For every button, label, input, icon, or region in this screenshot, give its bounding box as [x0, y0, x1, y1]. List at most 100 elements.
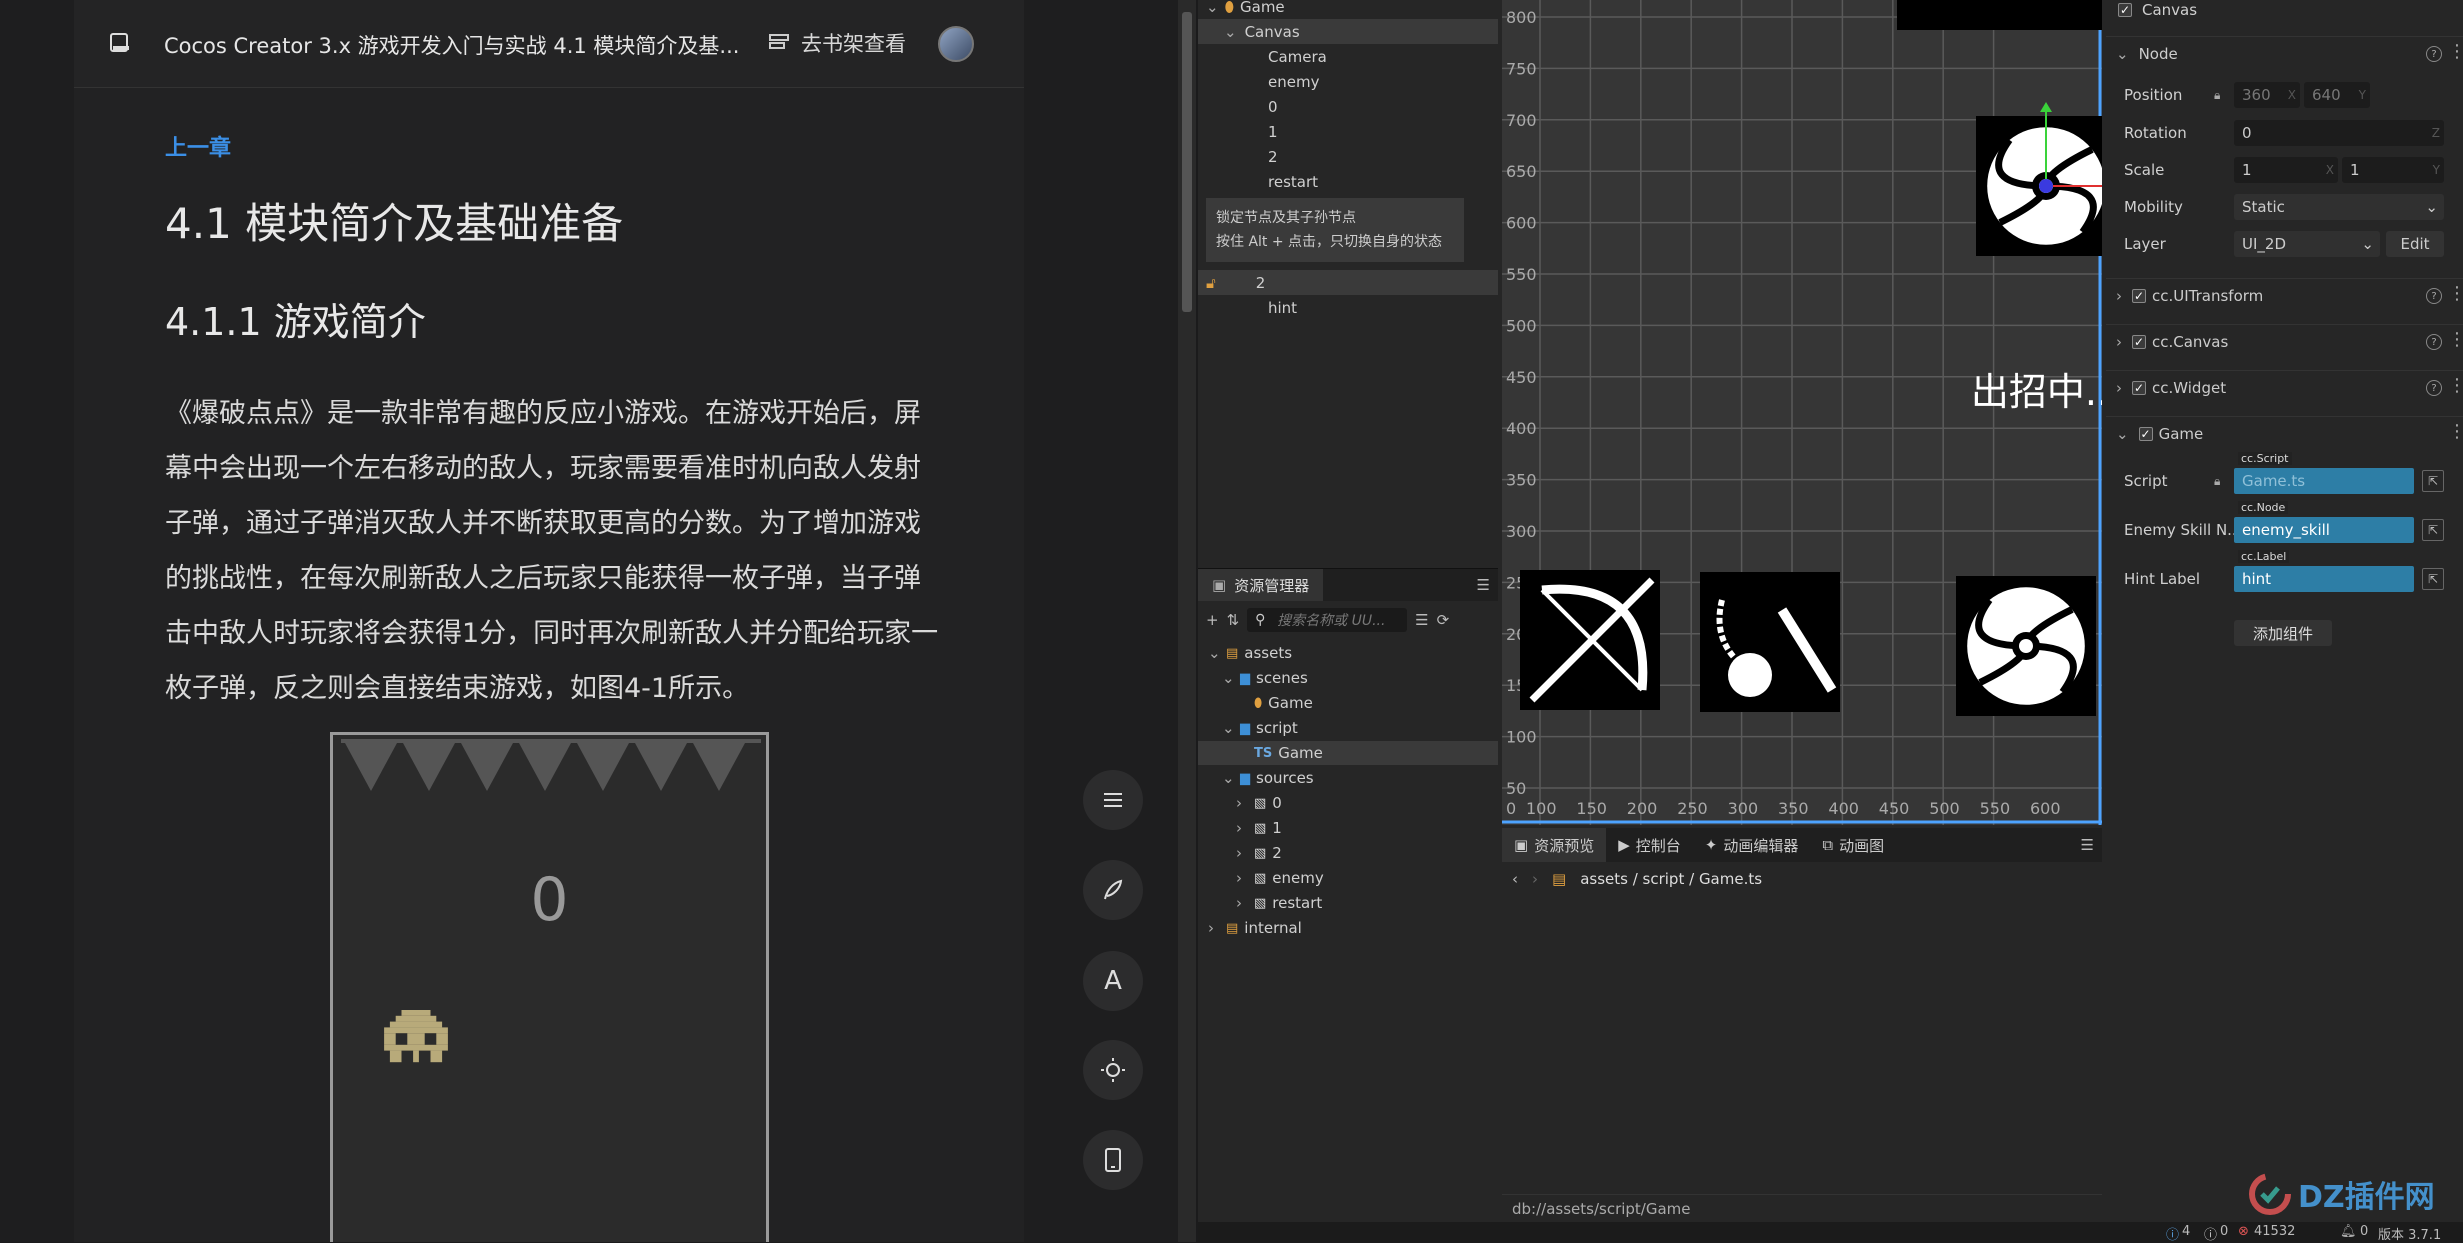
- node-section-header[interactable]: ⌄ Node ? ⋮: [2106, 36, 2463, 70]
- panel-menu-icon[interactable]: ☰: [1477, 576, 1490, 594]
- note-button[interactable]: [1083, 860, 1143, 920]
- chevron-right-icon[interactable]: ›: [1236, 894, 1248, 912]
- font-button[interactable]: A: [1083, 951, 1143, 1011]
- asset-item-1[interactable]: › ▧ 1: [1198, 816, 1498, 840]
- crumb-part[interactable]: script: [1643, 870, 1685, 888]
- asset-item-scenes[interactable]: ⌄ ▆ scenes: [1198, 666, 1498, 690]
- nav-back-icon[interactable]: ‹: [1512, 870, 1518, 888]
- component-enabled-checkbox[interactable]: ✓: [2138, 426, 2153, 441]
- layer-select[interactable]: UI_2D ⌄: [2234, 231, 2380, 257]
- asset-item-0[interactable]: › ▧ 0: [1198, 791, 1498, 815]
- asset-item-game[interactable]: TS Game: [1198, 741, 1498, 765]
- component-header-canvas[interactable]: › ✓ cc.Canvas ? ⋮: [2106, 324, 2463, 358]
- chevron-down-icon[interactable]: ⌄: [1208, 644, 1221, 662]
- list-view-icon[interactable]: ☰: [1415, 611, 1428, 629]
- component-enabled-checkbox[interactable]: ✓: [2132, 380, 2146, 395]
- chevron-down-icon[interactable]: ⌄: [1222, 769, 1235, 787]
- asset-item-2[interactable]: › ▧ 2: [1198, 841, 1498, 865]
- brightness-button[interactable]: [1083, 1040, 1143, 1100]
- layer-edit-button[interactable]: Edit: [2386, 231, 2444, 257]
- tree-node-canvas[interactable]: ⌄ Canvas: [1198, 19, 1498, 44]
- chevron-down-icon[interactable]: ⌄: [1222, 669, 1235, 687]
- more-icon[interactable]: ⋮: [2448, 421, 2463, 442]
- tab-asset-preview[interactable]: ▣ 资源预览: [1502, 828, 1607, 862]
- panel-menu-icon[interactable]: ☰: [2081, 836, 2094, 854]
- warning-icon[interactable]: ⓘ: [2204, 1224, 2217, 1243]
- more-icon[interactable]: ⋮: [2448, 41, 2463, 62]
- chevron-right-icon[interactable]: ›: [1236, 819, 1248, 837]
- chevron-right-icon[interactable]: ›: [1236, 869, 1248, 887]
- refresh-icon[interactable]: ⟳: [1437, 611, 1450, 629]
- tree-node-restart[interactable]: restart: [1198, 169, 1498, 194]
- asset-item-assets[interactable]: ⌄ ▤ assets: [1198, 641, 1498, 665]
- tree-node-0[interactable]: 0: [1198, 94, 1498, 119]
- sort-icon[interactable]: ⇅: [1227, 611, 1240, 629]
- asset-item-sources[interactable]: ⌄ ▆ sources: [1198, 766, 1498, 790]
- phone-button[interactable]: [1083, 1130, 1143, 1190]
- node-active-checkbox[interactable]: ✓: [2118, 3, 2132, 17]
- tree-node-enemy[interactable]: enemy: [1198, 69, 1498, 94]
- component-header-widget[interactable]: › ✓ cc.Widget ? ⋮: [2106, 370, 2463, 404]
- user-avatar[interactable]: [938, 26, 974, 62]
- tree-node-1[interactable]: 1: [1198, 119, 1498, 144]
- tree-node-camera[interactable]: Camera: [1198, 44, 1498, 69]
- component-header-uitransform[interactable]: › ✓ cc.UITransform ? ⋮: [2106, 278, 2463, 312]
- asset-item-enemy[interactable]: › ▧ enemy: [1198, 866, 1498, 890]
- tree-node-hint[interactable]: hint: [1198, 295, 1498, 320]
- chevron-down-icon[interactable]: ⌄: [1222, 719, 1235, 737]
- help-icon[interactable]: ?: [2426, 288, 2442, 304]
- scrollbar-thumb[interactable]: [1182, 12, 1192, 312]
- component-enabled-checkbox[interactable]: ✓: [2132, 288, 2146, 303]
- node-picker-icon[interactable]: ⇱: [2422, 519, 2444, 541]
- bell-icon[interactable]: 🔔︎: [2340, 1224, 2357, 1239]
- assets-tab[interactable]: ▣ 资源管理器: [1198, 569, 1324, 601]
- add-component-button[interactable]: 添加组件: [2234, 620, 2332, 646]
- node-name[interactable]: Canvas: [2142, 1, 2197, 19]
- nav-forward-icon[interactable]: ›: [1532, 870, 1538, 888]
- scale-x-field[interactable]: 1X: [2234, 157, 2338, 183]
- scene-view[interactable]: 800 750 700 650 600 550 500 450 400 350 300 250 200 1…: [1502, 0, 2102, 825]
- tree-node-2[interactable]: 2: [1198, 144, 1498, 169]
- reader-scrollbar[interactable]: [1178, 0, 1196, 1242]
- tree-node-game[interactable]: ⌄ ⬮ Game: [1198, 0, 1498, 19]
- chevron-right-icon[interactable]: ›: [1236, 794, 1248, 812]
- error-icon[interactable]: ⊗: [2238, 1224, 2249, 1239]
- component-enabled-checkbox[interactable]: ✓: [2132, 334, 2146, 349]
- position-y-field[interactable]: 640 Y: [2304, 82, 2370, 108]
- help-icon[interactable]: ?: [2426, 380, 2442, 396]
- position-x-field[interactable]: 360 X: [2234, 82, 2300, 108]
- lock-icon[interactable]: 🔒︎: [2214, 474, 2220, 489]
- asset-item-internal[interactable]: › ▤ internal: [1198, 916, 1498, 940]
- scale-y-field[interactable]: 1Y: [2342, 157, 2444, 183]
- enemy-skill-field[interactable]: cc.Node enemy_skill: [2234, 501, 2414, 543]
- hint-label-field[interactable]: cc.Label hint: [2234, 550, 2414, 592]
- prev-chapter-link[interactable]: 上一章: [165, 130, 945, 162]
- asset-item-game[interactable]: ⬮ Game: [1198, 691, 1498, 715]
- tab-console[interactable]: ▶ 控制台: [1606, 828, 1693, 862]
- go-to-shelf-button[interactable]: 去书架查看: [769, 28, 906, 58]
- chevron-right-icon[interactable]: ›: [1236, 844, 1248, 862]
- more-icon[interactable]: ⋮: [2448, 283, 2463, 304]
- help-icon[interactable]: ?: [2426, 46, 2442, 62]
- asset-item-restart[interactable]: › ▧ restart: [1198, 891, 1498, 915]
- chevron-right-icon[interactable]: ›: [1208, 919, 1220, 937]
- component-header-game[interactable]: ⌄ ✓ Game ⋮: [2106, 416, 2463, 450]
- rotation-field[interactable]: 0Z: [2234, 120, 2444, 146]
- crumb-part[interactable]: Game.ts: [1699, 870, 1762, 888]
- script-field[interactable]: cc.Script Game.ts: [2234, 452, 2414, 494]
- tree-node-2-locked[interactable]: 🔓︎ 2: [1198, 270, 1498, 295]
- more-icon[interactable]: ⋮: [2448, 375, 2463, 396]
- reader-logo-icon[interactable]: [108, 30, 132, 54]
- info-icon[interactable]: ⓘ: [2166, 1224, 2179, 1243]
- node-picker-icon[interactable]: ⇱: [2422, 568, 2444, 590]
- asset-item-script[interactable]: ⌄ ▆ script: [1198, 716, 1498, 740]
- mobility-select[interactable]: Static ⌄: [2234, 194, 2444, 220]
- add-asset-icon[interactable]: +: [1206, 611, 1219, 629]
- lock-icon[interactable]: 🔒︎: [2214, 88, 2220, 103]
- menu-button[interactable]: [1083, 770, 1143, 830]
- tab-animation-graph[interactable]: ⧉ 动画图: [1810, 828, 1896, 862]
- more-icon[interactable]: ⋮: [2448, 329, 2463, 350]
- asset-picker-icon[interactable]: ⇱: [2422, 470, 2444, 492]
- crumb-part[interactable]: assets: [1580, 870, 1628, 888]
- help-icon[interactable]: ?: [2426, 334, 2442, 350]
